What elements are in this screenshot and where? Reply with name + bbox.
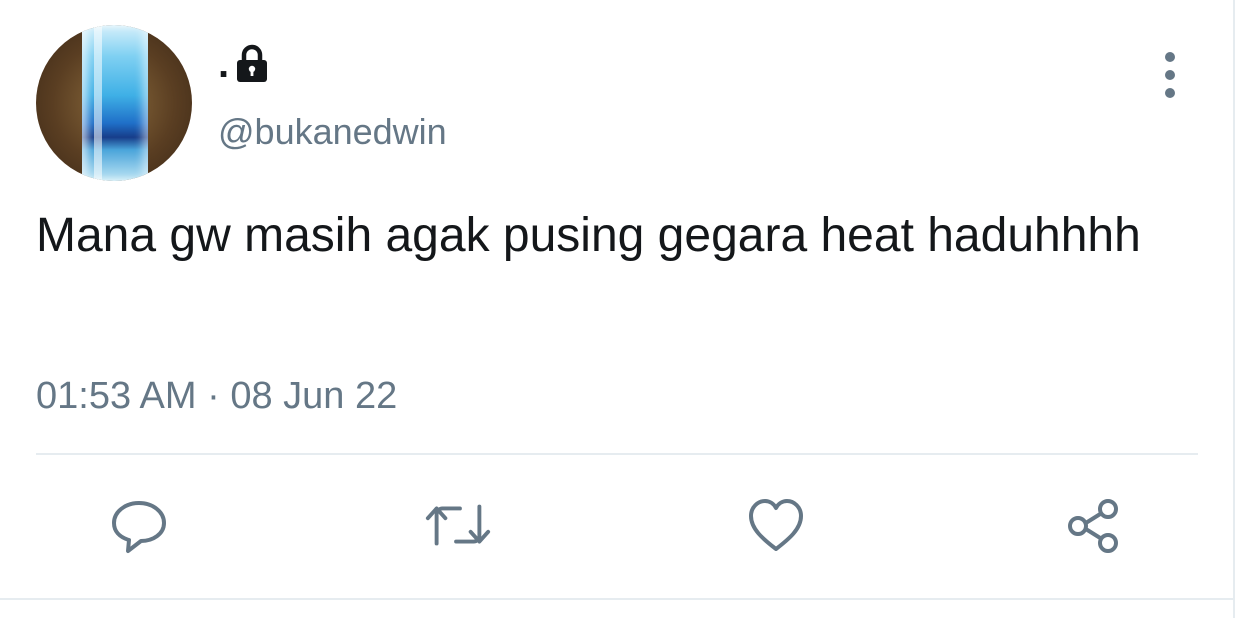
display-name-text: . (218, 42, 230, 86)
divider (36, 453, 1198, 455)
tweet-text: Mana gw masih agak pusing gegara heat ha… (36, 209, 1141, 262)
timestamp-separator: · (196, 375, 231, 417)
more-dot (1165, 52, 1175, 62)
more-dot (1165, 70, 1175, 80)
like-button[interactable] (741, 490, 811, 560)
avatar-image-glass (82, 25, 148, 181)
tweet-timestamp[interactable]: 01:53 AM · 08 Jun 22 (36, 372, 397, 420)
tweet-date: 08 Jun 22 (230, 375, 398, 417)
bottom-divider (0, 598, 1235, 600)
avatar-image-shine (94, 25, 102, 181)
more-dot (1165, 88, 1175, 98)
lock-icon (237, 44, 268, 82)
reply-button[interactable] (104, 490, 174, 560)
avatar[interactable] (36, 25, 192, 181)
heart-icon (749, 499, 803, 551)
user-handle[interactable]: @bukanedwin (218, 110, 447, 154)
display-name[interactable]: . (218, 40, 269, 84)
reply-icon (112, 501, 166, 553)
tweet-time: 01:53 AM (36, 375, 197, 417)
retweet-button[interactable] (423, 490, 493, 560)
retweet-icon (425, 504, 491, 546)
tweet-actions (0, 490, 1235, 560)
share-icon (1068, 499, 1118, 553)
share-button[interactable] (1058, 490, 1128, 560)
more-options-icon[interactable] (1152, 52, 1188, 98)
